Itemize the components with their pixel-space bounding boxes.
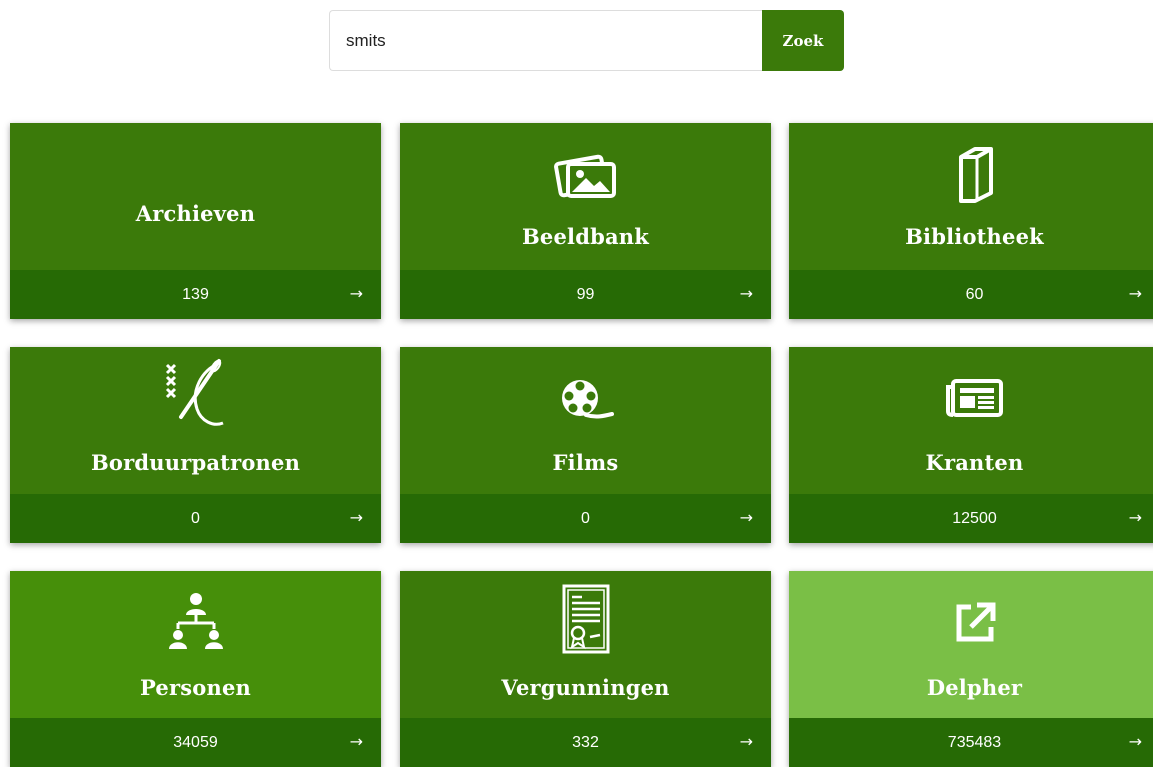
arrow-right-icon: → xyxy=(349,732,363,751)
search-bar: Zoek xyxy=(329,10,844,71)
search-button[interactable]: Zoek xyxy=(762,10,844,71)
arrow-right-icon: → xyxy=(739,284,753,303)
result-count: 0 xyxy=(581,510,590,527)
tile-kranten[interactable]: Kranten 12500 → xyxy=(789,347,1153,543)
tile-footer: 139 → xyxy=(10,270,381,319)
tile-footer: 99 → xyxy=(400,270,771,319)
result-count: 0 xyxy=(191,510,200,527)
tile-footer: 60 → xyxy=(789,270,1153,319)
tile-label: Films xyxy=(552,450,619,475)
certificate-icon xyxy=(550,584,622,654)
arrow-right-icon: → xyxy=(1128,732,1142,751)
arrow-right-icon: → xyxy=(739,732,753,751)
tile-footer: 0 → xyxy=(400,494,771,543)
tile-archieven[interactable]: Archieven 139 → xyxy=(10,123,381,319)
external-link-icon xyxy=(939,589,1011,657)
arrow-right-icon: → xyxy=(739,508,753,527)
result-count: 99 xyxy=(576,286,595,303)
tile-label: Borduurpatronen xyxy=(90,450,301,475)
result-count: 60 xyxy=(965,286,984,303)
tile-label: Kranten xyxy=(925,450,1024,475)
tile-label: Bibliotheek xyxy=(905,224,1044,249)
tile-label: Personen xyxy=(140,675,251,700)
search-input[interactable] xyxy=(329,10,762,71)
book-icon xyxy=(939,141,1011,209)
needle-thread-icon xyxy=(160,359,232,429)
tile-label: Archieven xyxy=(135,201,256,226)
photos-icon xyxy=(550,143,622,211)
tile-footer: 0 → xyxy=(10,494,381,543)
family-tree-icon xyxy=(160,587,232,655)
arrow-right-icon: → xyxy=(349,508,363,527)
arrow-right-icon: → xyxy=(1128,508,1142,527)
arrow-right-icon: → xyxy=(349,284,363,303)
tile-films[interactable]: Films 0 → xyxy=(400,347,771,543)
film-reel-icon xyxy=(550,365,622,433)
arrow-right-icon: → xyxy=(1128,284,1142,303)
tile-label: Beeldbank xyxy=(521,224,650,249)
result-count: 12500 xyxy=(952,510,997,527)
tile-footer: 12500 → xyxy=(789,494,1153,543)
tile-beeldbank[interactable]: Beeldbank 99 → xyxy=(400,123,771,319)
tile-label: Delpher xyxy=(926,675,1023,700)
tile-borduurpatronen[interactable]: Borduurpatronen 0 → xyxy=(10,347,381,543)
tile-bibliotheek[interactable]: Bibliotheek 60 → xyxy=(789,123,1153,319)
tile-label: Vergunningen xyxy=(501,675,670,700)
tile-vergunningen[interactable]: Vergunningen 332 → xyxy=(400,571,771,767)
result-count: 139 xyxy=(182,286,209,303)
newspaper-icon xyxy=(939,365,1011,433)
tile-personen[interactable]: Personen 34059 → xyxy=(10,571,381,767)
tile-delpher[interactable]: Delpher 735483 → xyxy=(789,571,1153,767)
